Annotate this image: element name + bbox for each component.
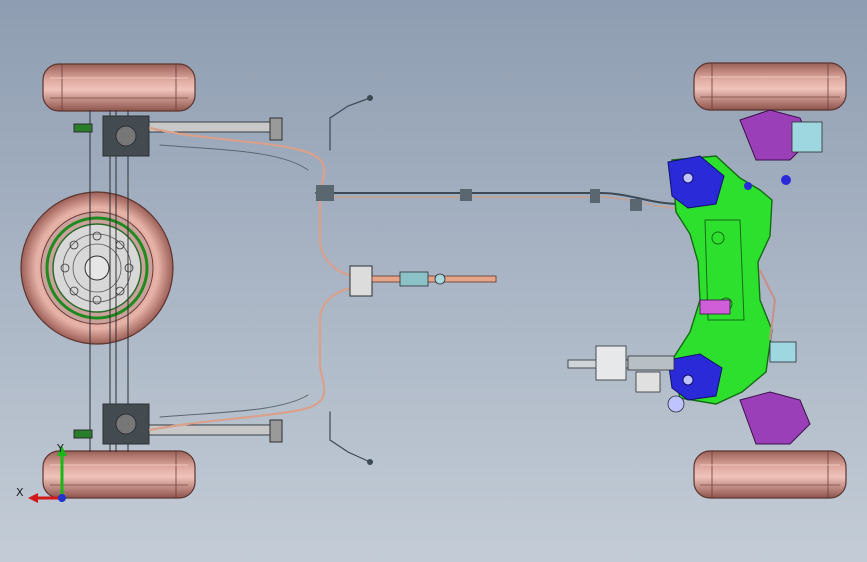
triad-x-label: X <box>16 486 24 499</box>
triad-y-label: Y <box>56 442 64 455</box>
rear-left-tire[interactable] <box>42 63 196 112</box>
rear-right-tire[interactable] <box>42 450 196 499</box>
triad-z-axis <box>58 494 66 502</box>
cad-viewport[interactable]: Y X <box>0 0 867 562</box>
parking-brake-lever[interactable] <box>349 265 497 297</box>
spare-tire[interactable] <box>20 191 174 345</box>
chassis-model[interactable]: Y X <box>0 0 867 562</box>
steering-column[interactable] <box>567 345 685 413</box>
front-subframe[interactable] <box>667 109 823 445</box>
front-right-tire[interactable] <box>693 450 847 499</box>
front-left-tire[interactable] <box>693 62 847 111</box>
